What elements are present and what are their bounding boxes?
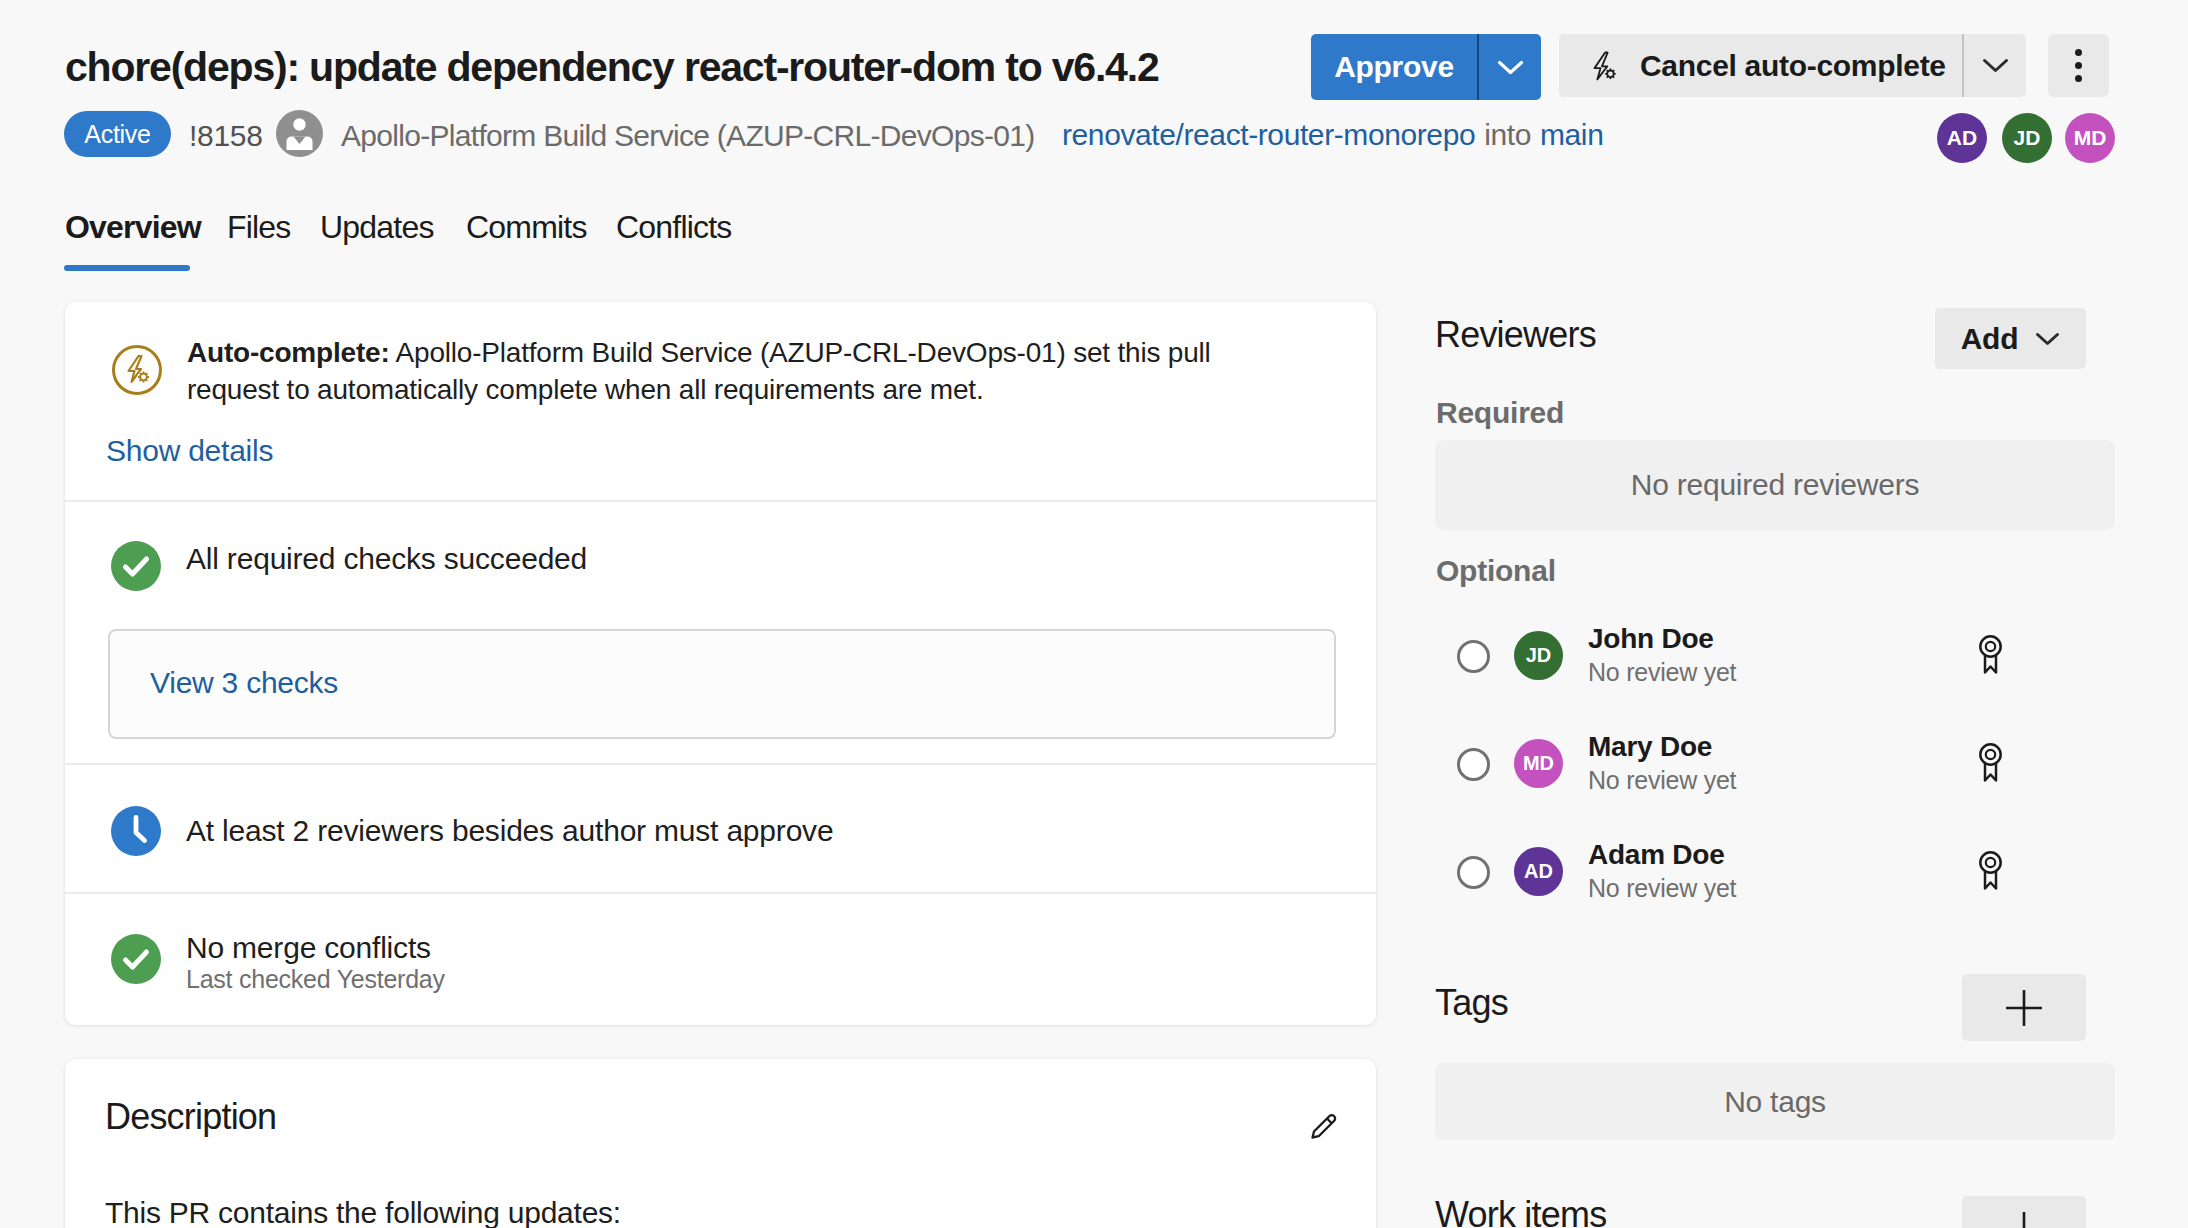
edit-description-button[interactable] [1295,1101,1351,1153]
reviewer-avatar-initials: JD [1526,644,1552,667]
cancel-autocomplete-button[interactable]: Cancel auto-complete [1559,34,1962,97]
reviewer-radio[interactable] [1457,640,1490,673]
check-circle-icon [111,541,161,591]
add-label: Add [1961,322,2019,356]
reviewer-requirement-text: At least 2 reviewers besides author must… [186,814,833,848]
tab-conflicts[interactable]: Conflicts [616,209,732,246]
approve-label: Approve [1334,50,1454,84]
target-branch-link[interactable]: main [1540,118,1603,151]
header-avatar[interactable]: MD [2065,113,2115,163]
no-tags-text: No tags [1724,1085,1826,1119]
reviewer-avatar-initials: MD [1523,752,1554,775]
chevron-down-icon [1982,58,2009,73]
reviewer-avatar: MD [1514,739,1563,788]
header-avatar-initials: JD [2014,126,2041,150]
checks-status-text: All required checks succeeded [186,542,587,576]
divider [65,892,1376,894]
active-tab-underline [64,265,190,271]
description-body: This PR contains the following updates: [105,1196,621,1228]
no-required-reviewers-text: No required reviewers [1631,468,1919,502]
tab-updates[interactable]: Updates [320,209,434,246]
approve-button[interactable]: Approve [1311,34,1477,100]
chevron-down-icon [2035,332,2060,346]
reviewers-heading: Reviewers [1435,314,1596,356]
description-card: Description This PR contains the followi… [65,1059,1376,1228]
kebab-dot [2075,75,2082,82]
divider [65,500,1376,502]
work-items-heading: Work items [1435,1194,1606,1228]
kebab-dot [2075,62,2082,69]
source-branch-link[interactable]: renovate/react-router-monorepo [1062,118,1475,151]
header-avatar[interactable]: JD [2002,113,2052,163]
pr-id: !8158 [189,119,263,153]
reviewer-name[interactable]: Mary Doe [1588,731,1712,763]
cancel-autocomplete-label: Cancel auto-complete [1640,49,1946,83]
tab-commits[interactable]: Commits [466,209,587,246]
chevron-down-icon [1497,60,1524,75]
autocomplete-bolt-gear-icon [1586,48,1620,84]
branch-connector-word: into [1475,118,1540,151]
status-card: Auto-complete: Apollo-Platform Build Ser… [65,302,1376,1025]
merge-status-subtext: Last checked Yesterday [186,965,445,994]
add-work-item-button[interactable] [1962,1196,2086,1228]
add-tag-button[interactable] [1962,974,2086,1041]
autocomplete-ring-icon [111,344,163,396]
reviewer-status: No review yet [1588,766,1736,795]
reviewer-avatar: AD [1514,847,1563,896]
merge-status-text: No merge conflicts [186,931,431,965]
build-service-person-icon [276,110,323,157]
tab-overview[interactable]: Overview [65,209,201,246]
autocomplete-banner-text: Auto-complete: Apollo-Platform Build Ser… [187,334,1287,408]
add-reviewer-button[interactable]: Add [1935,308,2086,369]
status-badge-label: Active [84,120,150,149]
author-avatar [276,110,323,157]
reviewer-avatar-initials: AD [1524,860,1553,883]
more-options-button[interactable] [2048,34,2109,97]
optional-label: Optional [1436,554,1556,588]
plus-icon [2004,988,2044,1028]
reviewer-avatar: JD [1514,631,1563,680]
view-checks-link[interactable]: View 3 checks [150,666,338,700]
cancel-autocomplete-dropdown-button[interactable] [1964,34,2026,97]
header-avatar[interactable]: AD [1937,113,1987,163]
reviewer-radio[interactable] [1457,856,1490,889]
reviewer-row: AD Adam Doe No review yet [1435,817,2115,927]
header-avatar-initials: MD [2074,126,2107,150]
approve-dropdown-button[interactable] [1479,34,1541,100]
required-label: Required [1436,396,1564,430]
autocomplete-banner-bold: Auto-complete: [187,337,390,368]
reviewer-name[interactable]: Adam Doe [1588,839,1725,871]
ribbon-award-icon [1973,848,2008,895]
reviewer-row: MD Mary Doe No review yet [1435,709,2115,819]
tab-files[interactable]: Files [227,209,291,246]
no-tags-box: No tags [1435,1063,2115,1140]
tags-heading: Tags [1435,982,1508,1024]
reviewer-radio[interactable] [1457,748,1490,781]
approve-split-button: Approve [1311,34,1541,100]
cancel-autocomplete-split-button: Cancel auto-complete [1559,34,2026,97]
view-checks-box[interactable]: View 3 checks [108,629,1336,739]
pencil-icon [1303,1107,1343,1147]
no-required-reviewers-box: No required reviewers [1435,440,2115,530]
show-details-link[interactable]: Show details [106,434,273,468]
header-avatar-initials: AD [1947,126,1977,150]
page-title: chore(deps): update dependency react-rou… [65,44,1159,91]
reviewer-status: No review yet [1588,658,1736,687]
divider [65,763,1376,765]
description-heading: Description [105,1096,276,1138]
reviewer-status: No review yet [1588,874,1736,903]
author-name: Apollo-Platform Build Service (AZUP-CRL-… [341,119,1035,153]
check-circle-icon [111,934,161,984]
reviewer-row: JD John Doe No review yet [1435,601,2115,711]
ribbon-award-icon [1973,740,2008,787]
branch-line: renovate/react-router-monorepointomain [1062,118,1603,152]
clock-icon [111,806,161,856]
kebab-dot [2075,49,2082,56]
plus-icon [2004,1210,2044,1228]
status-badge: Active [64,111,171,157]
ribbon-award-icon [1973,632,2008,679]
reviewer-name[interactable]: John Doe [1588,623,1714,655]
